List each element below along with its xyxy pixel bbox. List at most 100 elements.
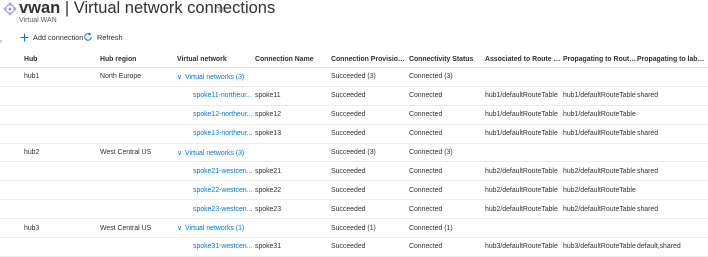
page-subtitle: Virtual WAN <box>19 17 57 24</box>
table-row[interactable]: spoke11-northeur... spoke11 Succeeded Conne… <box>0 86 708 106</box>
refresh-label: Refresh <box>97 32 123 42</box>
chevron-down-icon[interactable]: ∨ <box>177 73 185 81</box>
row-spacer <box>0 161 24 182</box>
associated-route-table-cell: hub2/defaultRouteTable <box>485 199 563 220</box>
provisioning-state-cell: Succeeded <box>331 86 409 106</box>
hub-cell <box>24 161 100 182</box>
table-row[interactable]: spoke31-westcen... spoke31 Succeeded Connec… <box>0 237 708 257</box>
add-connection-button[interactable]: Add connection <box>20 29 83 45</box>
virtual-networks-count-link[interactable]: Virtual networks (1) <box>185 225 244 232</box>
propagating-route-table-cell <box>563 67 637 87</box>
connectivity-status-cell: Connected <box>409 105 485 125</box>
row-spacer <box>0 180 24 201</box>
hub-region-cell: West Central US <box>100 143 177 163</box>
column-header-connection-provisioning[interactable]: Connection Provisioni... <box>331 52 409 68</box>
virtual-networks-expander[interactable]: ∨ Virtual networks (1) <box>177 218 255 239</box>
hub-group-row[interactable]: hub1 North Europe ∨ Virtual networks (3) Suc… <box>0 67 708 87</box>
connection-name-cell: spoke31 <box>255 237 331 257</box>
spoke-vnet-name[interactable]: spoke21-westcen... <box>193 168 252 175</box>
row-spacer <box>0 143 24 163</box>
hub-cell: hub3 <box>24 218 100 239</box>
hub-cell <box>24 86 100 106</box>
column-header-hub-region[interactable]: Hub region <box>100 52 177 68</box>
virtual-network-link[interactable]: spoke23-westcen... <box>177 199 255 220</box>
chevron-down-icon[interactable]: ∨ <box>177 149 185 157</box>
propagating-route-table-cell: hub2/defaultRouteTable <box>563 161 637 182</box>
hub-region-cell <box>100 199 177 220</box>
connectivity-status-cell: Connected <box>409 86 485 106</box>
virtual-networks-expander[interactable]: ∨ Virtual networks (3) <box>177 143 255 163</box>
spoke-vnet-name[interactable]: spoke12-northeur... <box>193 111 252 118</box>
row-spacer <box>0 199 24 220</box>
column-header-propagating-route-table[interactable]: Propagating to Route ... <box>563 52 637 68</box>
refresh-icon <box>84 32 92 41</box>
spoke-vnet-name[interactable]: spoke13-northeur... <box>193 130 252 137</box>
column-header-connection-name[interactable]: Connection Name <box>255 52 331 68</box>
spoke-vnet-name[interactable]: spoke31-westcen... <box>193 243 252 250</box>
associated-route-table-cell: hub3/defaultRouteTable <box>485 237 563 257</box>
spoke-vnet-name[interactable]: spoke22-westcen... <box>193 187 252 194</box>
spoke-vnet-name[interactable]: spoke11-northeur... <box>193 92 252 99</box>
virtual-networks-count-link[interactable]: Virtual networks (3) <box>185 150 244 157</box>
hub-region-cell <box>100 237 177 257</box>
hub-cell <box>24 199 100 220</box>
associated-route-table-cell: hub1/defaultRouteTable <box>485 86 563 106</box>
hub-region-cell <box>100 124 177 144</box>
propagating-labels-cell: shared <box>637 161 708 182</box>
propagating-labels-cell <box>637 67 708 87</box>
hub-group-row[interactable]: hub2 West Central US ∨ Virtual networks (3)… <box>0 143 708 163</box>
provisioning-state-cell: Succeeded (3) <box>331 67 409 87</box>
hub-region-cell <box>100 86 177 106</box>
chevron-down-icon[interactable]: ∨ <box>177 224 185 232</box>
refresh-button[interactable]: Refresh <box>83 29 123 45</box>
table-row[interactable]: spoke23-westcen... spoke23 Succeeded Connec… <box>0 199 708 220</box>
propagating-route-table-cell <box>563 143 637 163</box>
hub-cell: hub1 <box>24 67 100 87</box>
column-header-associated-route-table[interactable]: Associated to Route Ta... <box>485 52 563 68</box>
hub-region-cell <box>100 161 177 182</box>
more-options-icon[interactable]: ··· <box>232 0 245 11</box>
provisioning-state-cell: Succeeded (1) <box>331 218 409 239</box>
virtual-networks-expander[interactable]: ∨ Virtual networks (3) <box>177 67 255 87</box>
table-row[interactable]: spoke12-northeur... spoke12 Succeeded Conne… <box>0 105 708 125</box>
hub-region-cell <box>100 105 177 125</box>
virtual-network-link[interactable]: spoke31-westcen... <box>177 237 255 257</box>
table-row[interactable]: spoke21-westcen... spoke21 Succeeded Connec… <box>0 161 708 182</box>
column-header-hub[interactable]: Hub <box>24 52 100 68</box>
virtual-networks-count-link[interactable]: Virtual networks (3) <box>185 74 244 81</box>
propagating-route-table-cell: hub1/defaultRouteTable <box>563 105 637 125</box>
add-connection-label: Add connection <box>33 32 84 42</box>
connection-name-cell <box>255 143 331 163</box>
virtual-network-link[interactable]: spoke22-westcen... <box>177 180 255 201</box>
connection-name-cell: spoke22 <box>255 180 331 201</box>
page-header: vwan | Virtual network connections ☆ ···… <box>0 0 708 30</box>
spoke-vnet-name[interactable]: spoke23-westcen... <box>193 206 252 213</box>
connection-name-cell: spoke23 <box>255 199 331 220</box>
column-header-connectivity-status[interactable]: Connectivity Status <box>409 52 485 68</box>
propagating-route-table-cell: hub3/defaultRouteTable <box>563 237 637 257</box>
associated-route-table-cell: hub1/defaultRouteTable <box>485 124 563 144</box>
column-header-virtual-network[interactable]: Virtual network <box>177 52 255 68</box>
associated-route-table-cell: hub1/defaultRouteTable <box>485 105 563 125</box>
favorite-star-icon[interactable]: ☆ <box>216 2 226 15</box>
table-row[interactable]: spoke13-northeur... spoke13 Succeeded Conne… <box>0 124 708 144</box>
propagating-labels-cell <box>637 143 708 163</box>
propagating-route-table-cell: hub2/defaultRouteTable <box>563 180 637 201</box>
connectivity-status-cell: Connected (1) <box>409 218 485 239</box>
virtual-network-link[interactable]: spoke11-northeur... <box>177 86 255 106</box>
virtual-network-link[interactable]: spoke13-northeur... <box>177 124 255 144</box>
propagating-labels-cell: shared <box>637 124 708 144</box>
table-row[interactable]: spoke22-westcen... spoke22 Succeeded Connec… <box>0 180 708 201</box>
hub-cell <box>24 124 100 144</box>
connectivity-status-cell: Connected <box>409 124 485 144</box>
connectivity-status-cell: Connected <box>409 237 485 257</box>
virtual-network-link[interactable]: spoke21-westcen... <box>177 161 255 182</box>
hub-cell: hub2 <box>24 143 100 163</box>
virtual-wan-icon <box>3 2 17 16</box>
connectivity-status-cell: Connected <box>409 199 485 220</box>
connection-name-cell: spoke21 <box>255 161 331 182</box>
column-header-propagating-labels[interactable]: Propagating to label(s) <box>637 52 708 68</box>
associated-route-table-cell <box>485 67 563 87</box>
virtual-network-link[interactable]: spoke12-northeur... <box>177 105 255 125</box>
hub-group-row[interactable]: hub3 West Central US ∨ Virtual networks (1)… <box>0 218 708 239</box>
